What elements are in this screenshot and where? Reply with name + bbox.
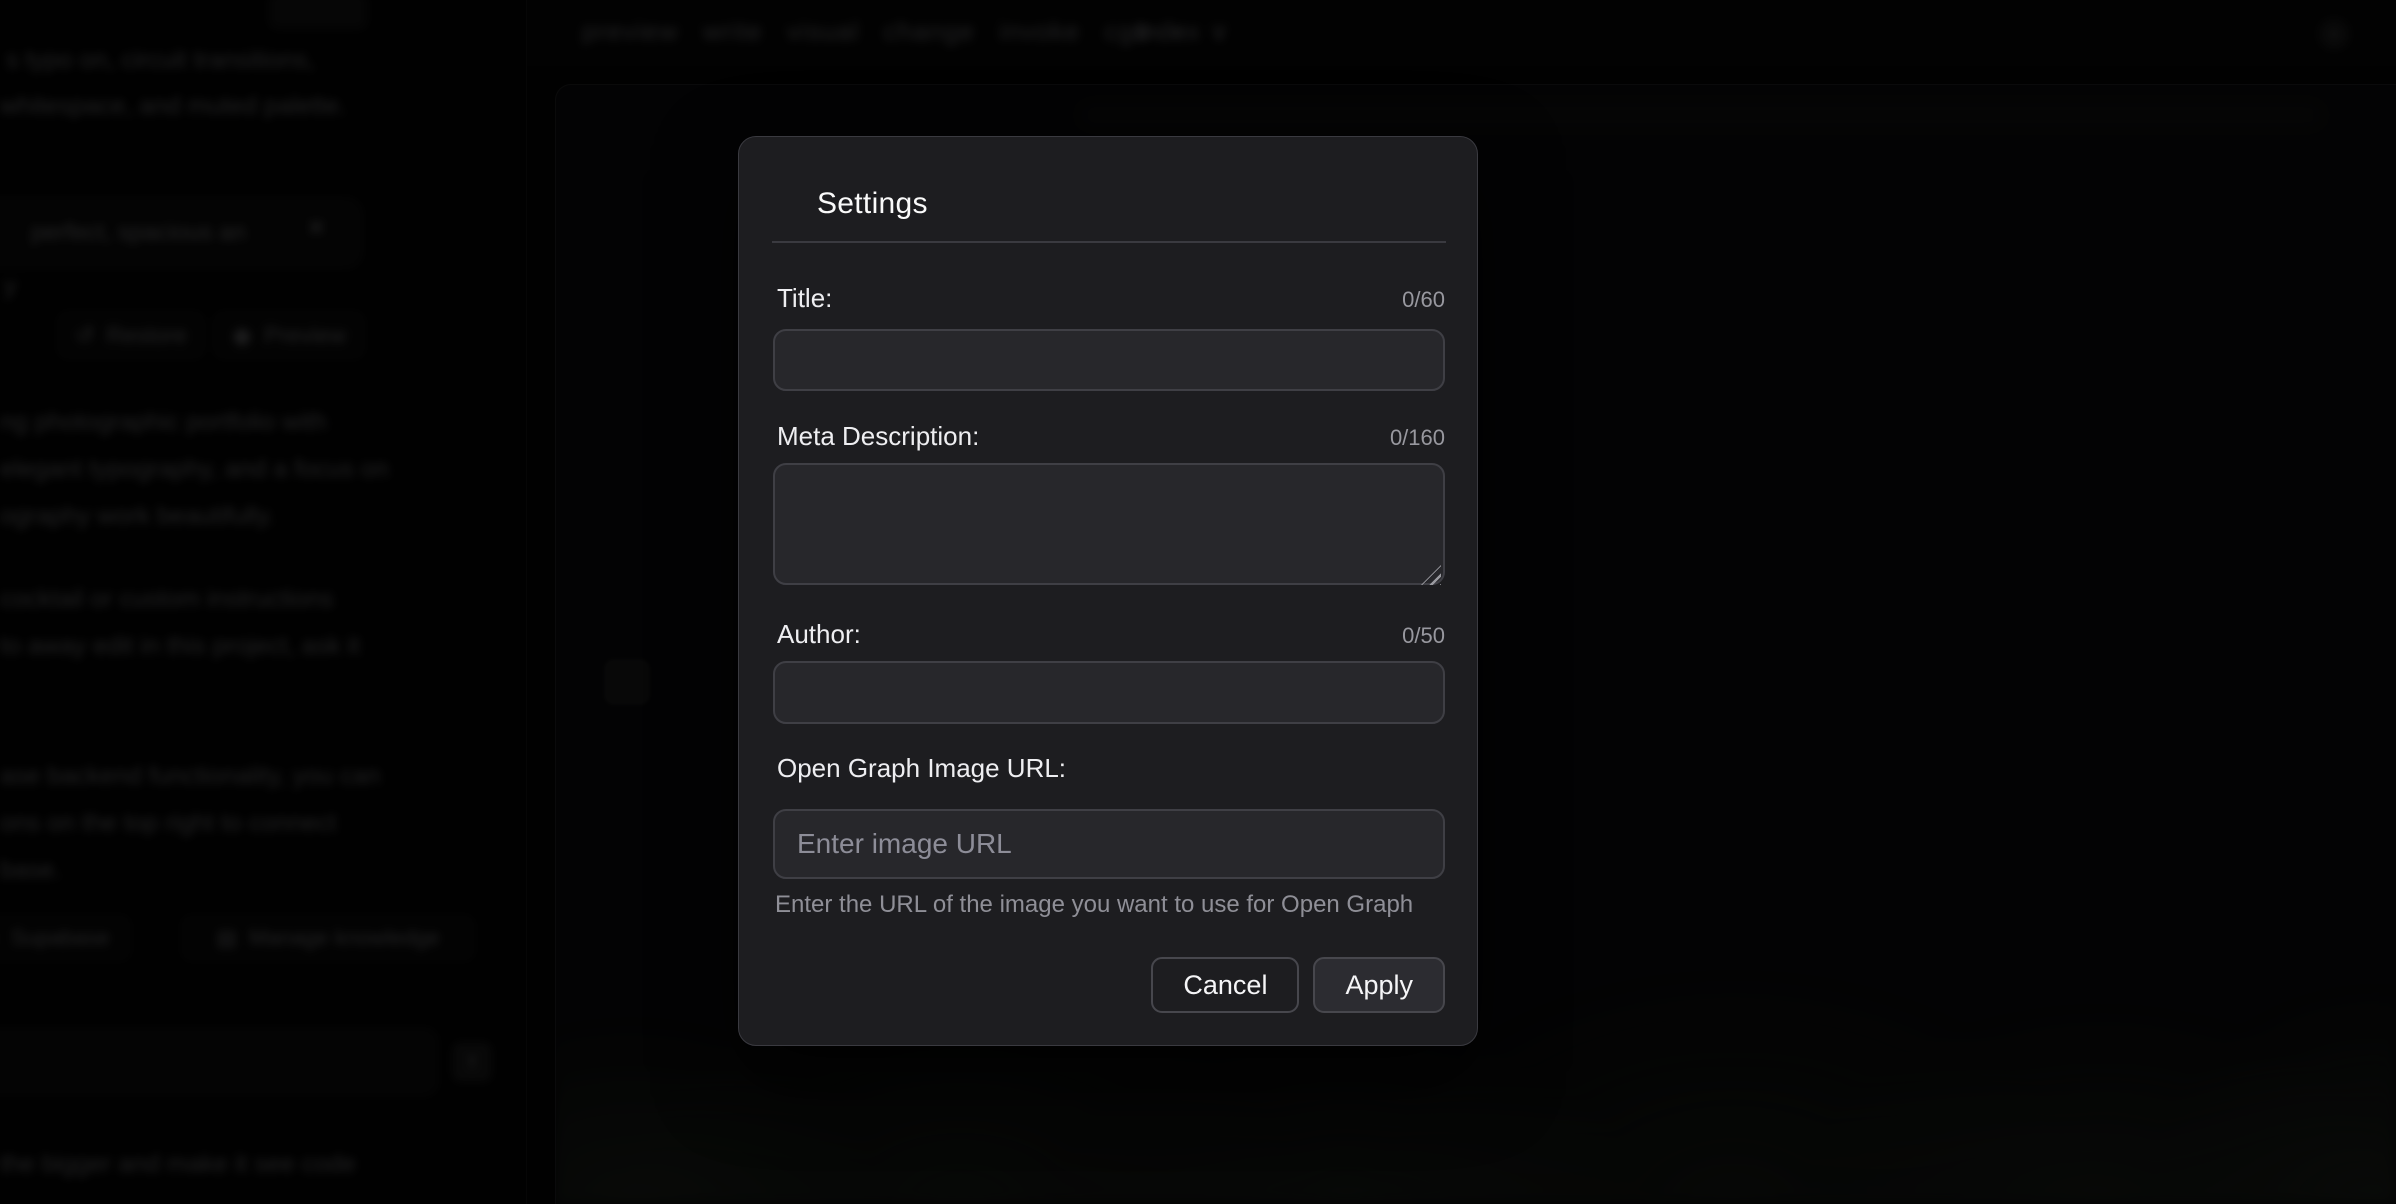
og-image-field-header: Open Graph Image URL: [777, 753, 1445, 784]
title-input[interactable] [773, 329, 1445, 391]
app-screen: preview write visual change invoke cgo -… [0, 0, 2396, 1204]
meta-description-textarea[interactable] [773, 463, 1445, 585]
cancel-button[interactable]: Cancel [1151, 957, 1299, 1013]
title-counter: 0/60 [1402, 287, 1445, 313]
og-image-url-label: Open Graph Image URL: [777, 753, 1066, 784]
settings-modal: Settings Title: 0/60 Meta Description: 0… [738, 136, 1478, 1046]
og-image-helper-text: Enter the URL of the image you want to u… [775, 891, 1413, 919]
og-image-url-input[interactable] [773, 809, 1445, 879]
title-label: Title: [777, 283, 832, 314]
apply-button[interactable]: Apply [1313, 957, 1445, 1013]
meta-description-field-header: Meta Description: 0/160 [777, 421, 1445, 452]
title-field-header: Title: 0/60 [777, 283, 1445, 314]
author-label: Author: [777, 619, 861, 650]
author-counter: 0/50 [1402, 623, 1445, 649]
meta-description-label: Meta Description: [777, 421, 979, 452]
meta-description-counter: 0/160 [1390, 425, 1445, 451]
modal-divider [772, 241, 1446, 243]
modal-title: Settings [817, 187, 928, 221]
author-input[interactable] [773, 661, 1445, 724]
modal-buttons: Cancel Apply [1151, 957, 1445, 1013]
author-field-header: Author: 0/50 [777, 619, 1445, 650]
